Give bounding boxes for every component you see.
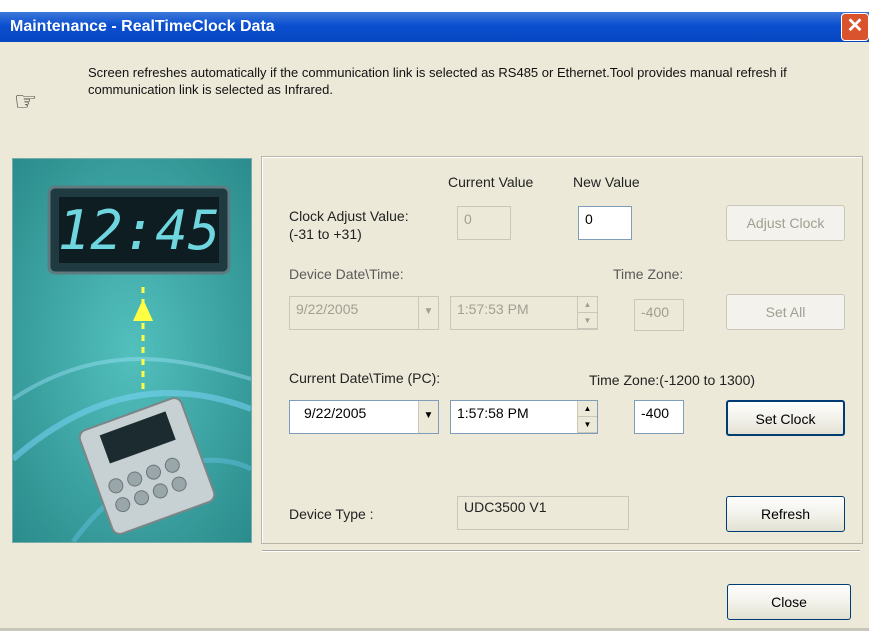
- clock-digits: 12:45: [58, 199, 221, 262]
- close-button[interactable]: Close: [727, 584, 851, 620]
- device-type-label: Device Type :: [289, 506, 374, 522]
- current-value-header: Current Value: [448, 174, 534, 190]
- separator-line: [262, 550, 860, 552]
- set-all-button[interactable]: Set All: [726, 294, 845, 330]
- clock-adjust-label: Clock Adjust Value:: [289, 208, 409, 224]
- device-illustration: 12:45: [12, 158, 252, 543]
- device-time-value: 1:57:53 PM: [457, 301, 529, 317]
- pc-timezone-label: Time Zone:(-1200 to 1300): [589, 372, 756, 388]
- chevron-down-icon[interactable]: ▼: [418, 401, 438, 433]
- device-date-value: 9/22/2005: [296, 301, 359, 317]
- spin-up-icon[interactable]: ▲: [578, 401, 597, 417]
- device-datetime-label: Device Date\Time:: [289, 266, 404, 282]
- device-time-field: 1:57:53 PM ▲ ▼: [450, 296, 598, 330]
- close-window-button[interactable]: ✕: [841, 13, 869, 41]
- pc-time-value: 1:57:58 PM: [457, 405, 529, 421]
- adjust-clock-button[interactable]: Adjust Clock: [726, 205, 845, 241]
- info-message: Screen refreshes automatically if the co…: [88, 65, 787, 97]
- window-title: Maintenance - RealTimeClock Data: [10, 18, 275, 35]
- dialog-window: Maintenance - RealTimeClock Data ✕ ☞ Scr…: [0, 12, 869, 631]
- device-timezone-label: Time Zone:: [613, 266, 684, 282]
- clock-adjust-new-input[interactable]: 0: [578, 206, 632, 240]
- device-timezone-field: -400: [634, 299, 684, 331]
- device-date-combo: 9/22/2005 ▼: [289, 296, 439, 330]
- pc-date-combo[interactable]: 9/22/2005 ▼: [289, 400, 439, 434]
- clock-adjust-current-field: 0: [457, 206, 511, 240]
- chevron-down-icon: ▼: [418, 297, 438, 329]
- pc-timezone-input[interactable]: -400: [634, 400, 684, 434]
- pc-time-spinner[interactable]: ▲ ▼: [577, 401, 597, 433]
- pc-time-field[interactable]: 1:57:58 PM ▲ ▼: [450, 400, 598, 434]
- pc-date-value: 9/22/2005: [304, 405, 367, 421]
- device-type-field: UDC3500 V1: [457, 496, 629, 530]
- spin-down-icon[interactable]: ▼: [578, 417, 597, 433]
- new-value-header: New Value: [573, 174, 640, 190]
- clock-adjust-range: (-31 to +31): [289, 226, 362, 242]
- refresh-button[interactable]: Refresh: [726, 496, 845, 532]
- device-time-spinner: ▲ ▼: [577, 297, 597, 329]
- spin-down-icon: ▼: [578, 313, 597, 329]
- pointing-hand-icon: ☞: [14, 86, 38, 116]
- set-clock-button[interactable]: Set Clock: [726, 400, 845, 436]
- title-bar: Maintenance - RealTimeClock Data ✕: [0, 12, 869, 42]
- pc-datetime-label: Current Date\Time (PC):: [289, 370, 441, 386]
- spin-up-icon: ▲: [578, 297, 597, 313]
